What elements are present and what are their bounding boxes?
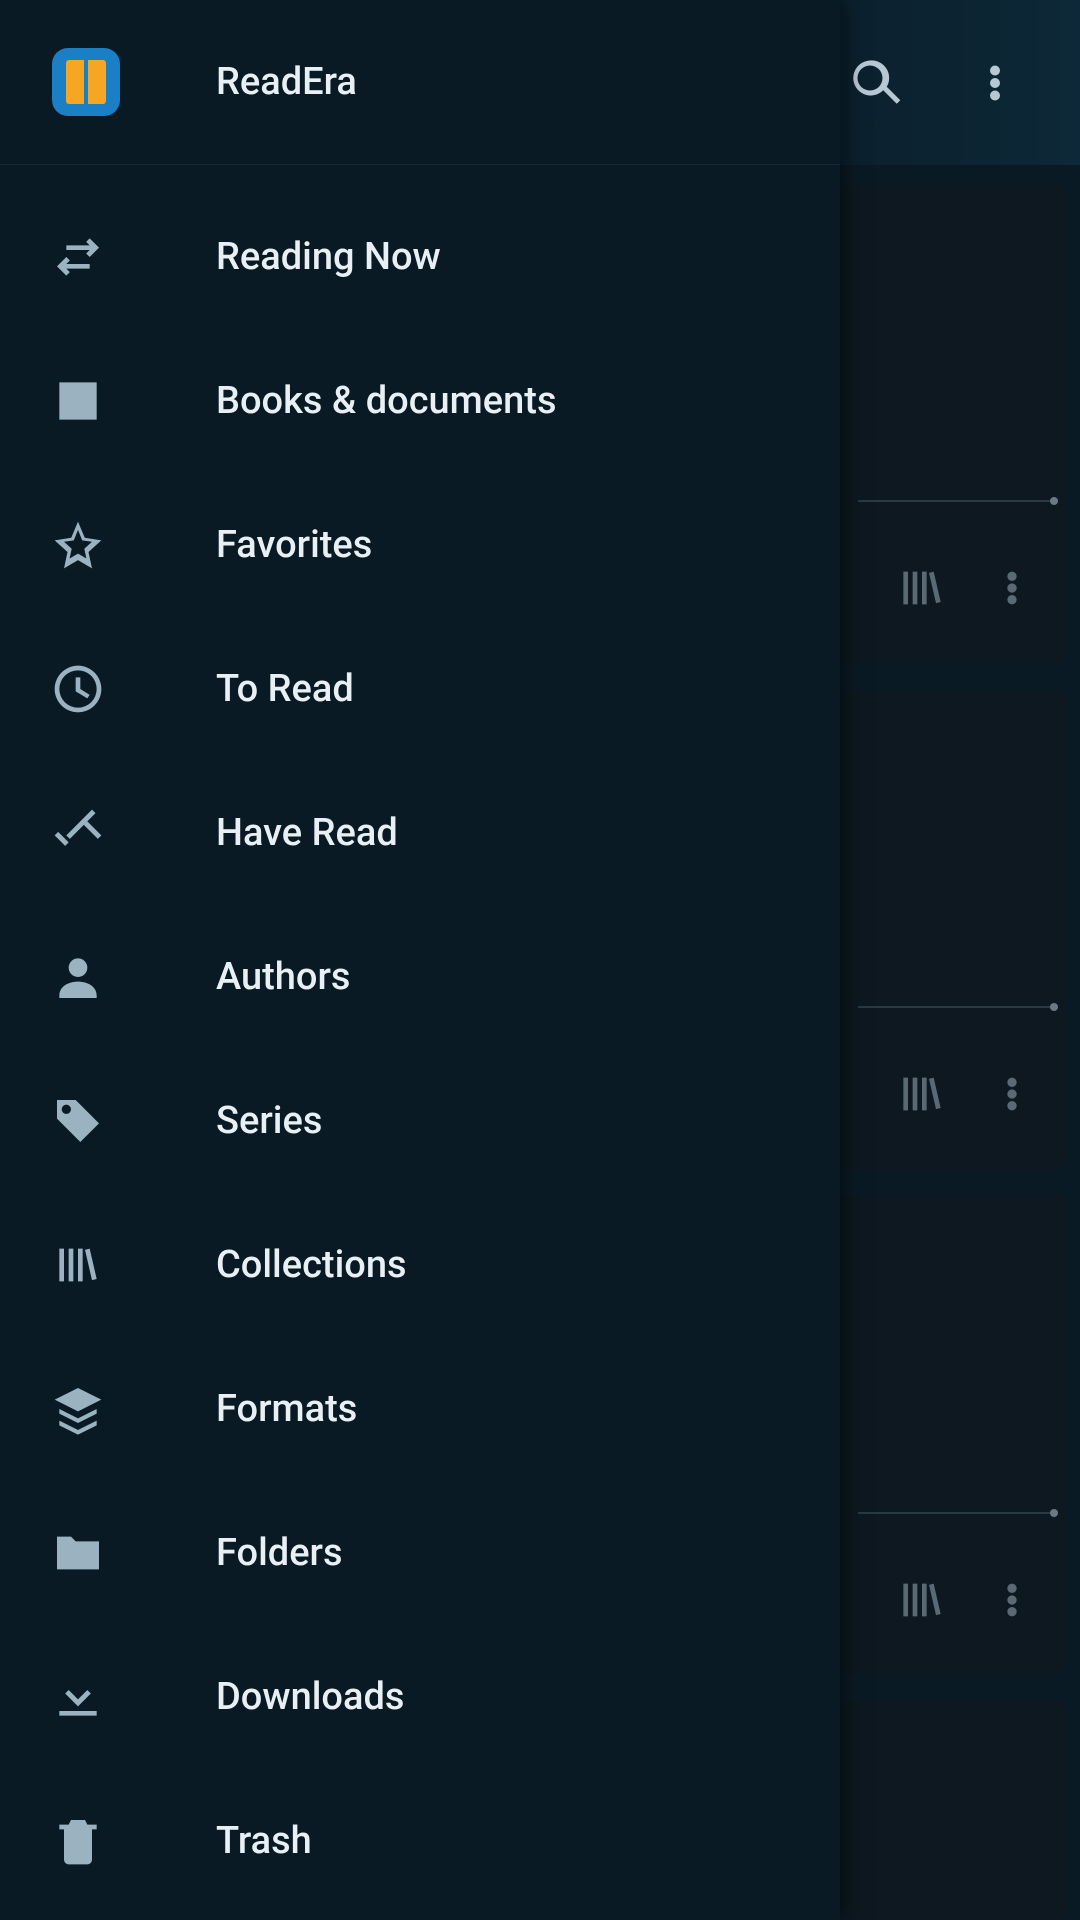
drawer-item-reading-now[interactable]: Reading Now xyxy=(0,185,840,329)
drawer-item-have-read[interactable]: Have Read xyxy=(0,761,840,905)
more-options-button[interactable] xyxy=(965,53,1025,113)
library-icon[interactable] xyxy=(894,1572,950,1628)
more-vert-icon[interactable] xyxy=(984,1066,1040,1122)
drawer-item-label: To Read xyxy=(216,667,354,711)
more-vert-icon[interactable] xyxy=(984,1572,1040,1628)
check-all-icon xyxy=(50,805,106,861)
drawer-item-label: Folders xyxy=(216,1531,343,1575)
drawer-item-series[interactable]: Series xyxy=(0,1049,840,1193)
drawer-item-label: Authors xyxy=(216,955,350,999)
library-icon[interactable] xyxy=(894,1066,950,1122)
document-icon xyxy=(50,373,106,429)
drawer-item-label: Have Read xyxy=(216,811,398,855)
book-icon xyxy=(66,60,106,104)
drawer-item-label: Favorites xyxy=(216,523,372,567)
navigation-drawer: ReadEra Reading Now Books & documents Favo… xyxy=(0,0,840,1920)
trash-icon xyxy=(50,1813,106,1869)
drawer-item-formats[interactable]: Formats xyxy=(0,1337,840,1481)
layers-icon xyxy=(50,1381,106,1437)
backdrop-card xyxy=(838,1700,1068,1920)
library-icon xyxy=(50,1237,106,1293)
drawer-item-folders[interactable]: Folders xyxy=(0,1481,840,1625)
library-icon[interactable] xyxy=(894,560,950,616)
drawer-item-label: Books & documents xyxy=(216,379,557,423)
drawer-item-label: Collections xyxy=(216,1243,407,1287)
drawer-item-authors[interactable]: Authors xyxy=(0,905,840,1049)
drawer-item-label: Series xyxy=(216,1099,322,1143)
star-icon xyxy=(50,517,106,573)
drawer-item-downloads[interactable]: Downloads xyxy=(0,1625,840,1769)
drawer-header: ReadEra xyxy=(0,0,840,165)
drawer-item-trash[interactable]: Trash xyxy=(0,1769,840,1913)
folder-icon xyxy=(50,1525,106,1581)
tag-icon xyxy=(50,1093,106,1149)
app-title: ReadEra xyxy=(216,60,357,104)
clock-icon xyxy=(50,661,106,717)
drawer-item-label: Formats xyxy=(216,1387,357,1431)
drawer-item-label: Reading Now xyxy=(216,235,441,279)
shuffle-icon xyxy=(50,229,106,285)
app-logo xyxy=(52,48,120,116)
search-button[interactable] xyxy=(845,53,905,113)
backdrop-progress xyxy=(858,500,1058,502)
backdrop-progress xyxy=(858,1512,1058,1514)
drawer-list: Reading Now Books & documents Favorites To … xyxy=(0,165,840,1913)
drawer-item-label: Downloads xyxy=(216,1675,404,1719)
topbar-actions xyxy=(845,0,1080,165)
backdrop-progress xyxy=(858,1006,1058,1008)
person-icon xyxy=(50,949,106,1005)
drawer-item-to-read[interactable]: To Read xyxy=(0,617,840,761)
drawer-item-label: Trash xyxy=(216,1819,312,1863)
drawer-item-books-documents[interactable]: Books & documents xyxy=(0,329,840,473)
drawer-item-favorites[interactable]: Favorites xyxy=(0,473,840,617)
more-vert-icon[interactable] xyxy=(984,560,1040,616)
download-icon xyxy=(50,1669,106,1725)
drawer-item-collections[interactable]: Collections xyxy=(0,1193,840,1337)
